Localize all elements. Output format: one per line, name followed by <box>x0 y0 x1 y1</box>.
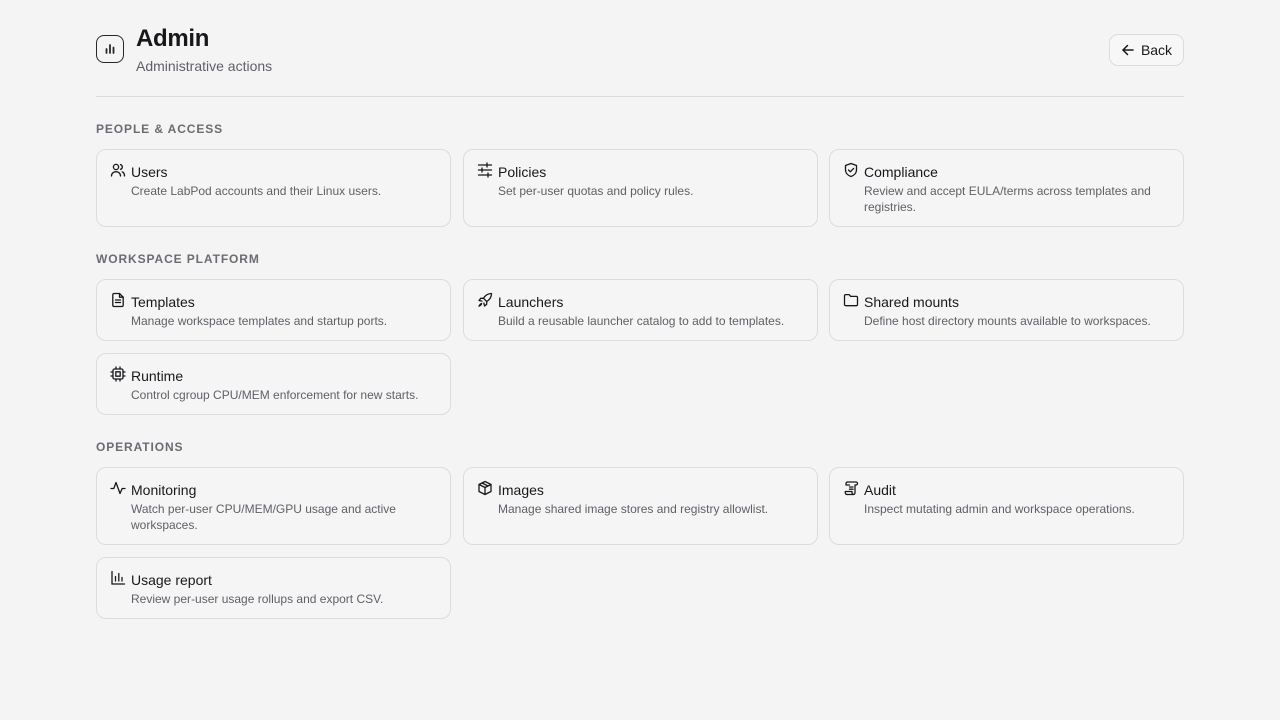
card-title: Runtime <box>131 368 184 384</box>
admin-page: Admin Administrative actions Back PEOPLE… <box>96 0 1184 619</box>
back-button-label: Back <box>1140 42 1173 58</box>
activity-icon <box>110 480 126 496</box>
card-title: Shared mounts <box>864 294 959 310</box>
card-title: Launchers <box>498 294 564 310</box>
arrow-left-icon <box>1121 43 1135 57</box>
scroll-icon <box>843 480 859 496</box>
card-title: Policies <box>498 164 547 180</box>
card-usage-report[interactable]: Usage report Review per-user usage rollu… <box>96 557 451 619</box>
card-policies[interactable]: Policies Set per-user quotas and policy … <box>463 149 818 227</box>
card-templates[interactable]: Templates Manage workspace templates and… <box>96 279 451 341</box>
card-description: Inspect mutating admin and workspace ope… <box>864 502 1135 516</box>
card-description: Set per-user quotas and policy rules. <box>498 184 694 198</box>
bar-chart-icon <box>110 570 126 586</box>
card-description: Create LabPod accounts and their Linux u… <box>131 184 382 198</box>
section-title-workspace-platform: WORKSPACE PLATFORM <box>96 252 260 266</box>
back-button[interactable]: Back <box>1109 34 1184 66</box>
page-title: Admin <box>136 25 210 52</box>
section-title-operations: OPERATIONS <box>96 440 184 454</box>
card-audit[interactable]: Audit Inspect mutating admin and workspa… <box>829 467 1184 545</box>
card-monitoring[interactable]: Monitoring Watch per-user CPU/MEM/GPU us… <box>96 467 451 545</box>
card-description: Define host directory mounts available t… <box>864 314 1151 328</box>
package-icon <box>477 480 493 496</box>
card-runtime[interactable]: Runtime Control cgroup CPU/MEM enforceme… <box>96 353 451 415</box>
sliders-icon <box>477 162 493 178</box>
card-description: Build a reusable launcher catalog to add… <box>498 314 785 328</box>
card-title: Compliance <box>864 164 938 180</box>
card-title: Audit <box>864 482 896 498</box>
card-description: Control cgroup CPU/MEM enforcement for n… <box>131 388 419 402</box>
card-description: Manage shared image stores and registry … <box>498 502 769 516</box>
card-compliance[interactable]: Compliance Review and accept EULA/terms … <box>829 149 1184 227</box>
card-title: Users <box>131 164 168 180</box>
card-description: Review and accept EULA/terms across temp… <box>864 184 1151 214</box>
card-description: Review per-user usage rollups and export… <box>131 592 384 606</box>
card-images[interactable]: Images Manage shared image stores and re… <box>463 467 818 545</box>
card-title: Monitoring <box>131 482 197 498</box>
shield-check-icon <box>843 162 859 178</box>
card-title: Usage report <box>131 572 212 588</box>
users-icon <box>110 162 126 178</box>
rocket-icon <box>477 292 493 308</box>
card-shared-mounts[interactable]: Shared mounts Define host directory moun… <box>829 279 1184 341</box>
card-description: Manage workspace templates and startup p… <box>131 314 388 328</box>
section-title-people-access: PEOPLE & ACCESS <box>96 122 224 136</box>
card-description: Watch per-user CPU/MEM/GPU usage and act… <box>131 502 396 532</box>
page-header: Admin Administrative actions Back <box>96 0 1184 97</box>
folder-icon <box>843 292 859 308</box>
card-title: Templates <box>131 294 195 310</box>
card-title: Images <box>498 482 544 498</box>
page-subtitle: Administrative actions <box>136 58 273 74</box>
cpu-icon <box>110 366 126 382</box>
file-text-icon <box>110 292 126 308</box>
bar-chart-square-icon <box>96 35 124 63</box>
card-launchers[interactable]: Launchers Build a reusable launcher cata… <box>463 279 818 341</box>
card-users[interactable]: Users Create LabPod accounts and their L… <box>96 149 451 227</box>
